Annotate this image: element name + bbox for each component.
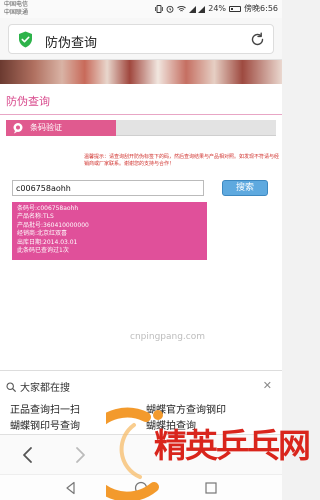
- suggestions-header-label: 大家都在搜: [20, 383, 70, 394]
- search-button[interactable]: 搜索: [222, 180, 268, 196]
- back-icon[interactable]: [18, 445, 38, 465]
- result-line: 产品批号:360410000000: [17, 221, 89, 229]
- notice-text: 温馨提示：请查询刮开防伪标签下的码，然后查询结果与产品相对照。如发现不符请与经销…: [84, 154, 280, 167]
- clock: 傍晚6:56: [244, 4, 278, 13]
- search-icon: [6, 381, 16, 392]
- result-line: 出库日期:2014.03.01: [17, 238, 78, 246]
- result-box: 条码号:c006758aohh 产品名称:TLS 产品批号:3604100000…: [12, 202, 207, 260]
- close-icon[interactable]: ✕: [263, 379, 272, 392]
- browser-top-bar: 防伪查询: [0, 18, 282, 60]
- shield-check-icon: [19, 31, 32, 48]
- system-back-icon[interactable]: [64, 481, 78, 495]
- carrier-line-1: 中国电信: [4, 1, 29, 8]
- watermark-url: cnpingpang.com: [130, 332, 206, 342]
- page-content: 防伪查询 条码验证 温馨提示：请查询刮开防伪标签下的码，然后查询结果与产品相对照…: [0, 84, 282, 370]
- result-line: 经销商:北京红双喜: [17, 230, 68, 238]
- chat-bubble-icon: [13, 123, 23, 134]
- site-logo-watermark: 精英乒乓网: [106, 395, 311, 500]
- suggestion-item[interactable]: 蝴蝶钢印号查询: [10, 417, 80, 432]
- code-input[interactable]: [12, 180, 204, 196]
- status-icons: 24% 傍晚6:56: [155, 3, 278, 14]
- address-page-title: 防伪查询: [45, 36, 98, 51]
- address-bar[interactable]: 防伪查询: [8, 24, 274, 54]
- status-bar: 中国电信 中国联通 24% 傍晚6:56: [0, 0, 282, 18]
- reload-icon[interactable]: [250, 32, 265, 47]
- vibrate-icon: [155, 4, 164, 13]
- suggestions-header: 大家都在搜: [6, 379, 70, 394]
- battery-icon: [229, 5, 242, 12]
- logo-text: 精英乒乓网: [154, 426, 311, 465]
- signal-icon: [189, 5, 206, 13]
- tab-label: 条码验证: [30, 123, 62, 132]
- battery-fill: [231, 7, 233, 10]
- page-title: 防伪查询: [6, 95, 50, 108]
- alarm-icon: [166, 5, 174, 13]
- result-line: 产品名称:TLS: [17, 213, 54, 221]
- tab-strip: 条码验证: [6, 120, 276, 136]
- suggestion-item[interactable]: 正品查询扫一扫: [10, 401, 80, 416]
- carrier-line-2: 中国联通: [4, 9, 29, 16]
- wifi-icon: [177, 5, 187, 11]
- tab-barcode-verify[interactable]: 条码验证: [6, 120, 116, 136]
- result-line: 此条码已查询过1次: [17, 247, 69, 255]
- banner-image: [0, 60, 282, 84]
- battery-percent: 24%: [208, 4, 227, 13]
- title-divider: [0, 114, 282, 115]
- forward-icon[interactable]: [70, 445, 90, 465]
- carrier-info: 中国电信 中国联通: [4, 1, 28, 17]
